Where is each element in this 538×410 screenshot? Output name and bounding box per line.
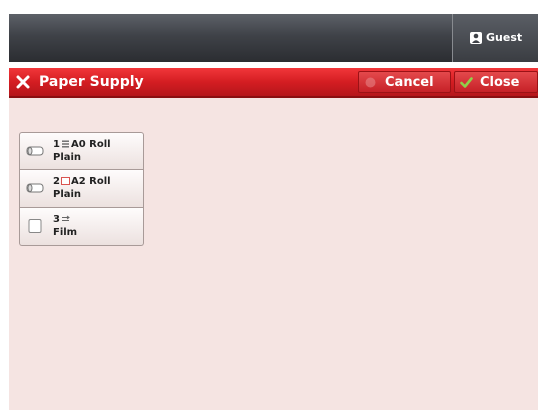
- bypass-feed-icon: [61, 215, 70, 221]
- person-icon: [470, 32, 482, 44]
- tray-type: Plain: [53, 189, 82, 200]
- tray-number: 1: [53, 139, 60, 150]
- close-button[interactable]: Close: [454, 71, 538, 93]
- roll-paper-icon: [26, 183, 44, 193]
- cancel-icon: [365, 77, 376, 88]
- roll-feed-icon: [61, 140, 69, 148]
- user-label: Guest: [486, 31, 523, 44]
- close-x-icon[interactable]: [15, 74, 31, 90]
- cut-sheet-icon: [60, 177, 70, 185]
- tray-type: Film: [53, 227, 78, 238]
- login-button[interactable]: Guest: [452, 14, 538, 62]
- tray-3[interactable]: 3 Film: [19, 208, 144, 246]
- tray-1[interactable]: 1 A0 Roll Plain: [19, 132, 144, 170]
- sheet-paper-icon: [28, 219, 42, 233]
- dialog-title: Paper Supply: [39, 74, 144, 90]
- tray-size: A0 Roll: [70, 139, 111, 150]
- cancel-button[interactable]: Cancel: [358, 71, 451, 93]
- tray-size: A2 Roll: [70, 176, 111, 187]
- tray-number: 2: [53, 176, 60, 187]
- roll-paper-icon: [26, 146, 44, 156]
- cancel-label: Cancel: [385, 75, 434, 90]
- tray-list: 1 A0 Roll Plain 2 A2 Roll Plain 3 Film: [19, 132, 144, 246]
- close-label: Close: [480, 75, 520, 90]
- tray-2[interactable]: 2 A2 Roll Plain: [19, 170, 144, 208]
- checkmark-icon: [460, 77, 473, 88]
- dialog-title-bar: Paper Supply Cancel Close: [9, 68, 538, 98]
- tray-number: 3: [53, 214, 60, 225]
- tray-type: Plain: [53, 152, 82, 163]
- paper-supply-dialog: Paper Supply Cancel Close 1 A0 Roll Plai…: [9, 68, 538, 410]
- status-bar: Guest: [9, 14, 538, 62]
